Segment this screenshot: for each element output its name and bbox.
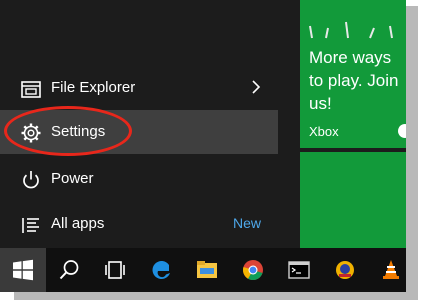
file-explorer-icon: [197, 261, 217, 278]
chevron-right-icon[interactable]: [250, 78, 262, 96]
power-icon: [23, 171, 39, 189]
vlc-icon: [383, 260, 399, 279]
menu-item-label: Power: [51, 170, 94, 187]
terminal-icon: [288, 261, 310, 279]
tile-label: Xbox: [309, 124, 339, 139]
highlight-annotation: [4, 106, 132, 156]
windows-start-screen: File Explorer Settings Power All apps Ne…: [0, 0, 406, 292]
xbox-tile[interactable]: More ways to play. Join us! Xbox: [300, 0, 406, 148]
task-view-icon: [105, 261, 125, 279]
all-apps-icon: [22, 218, 39, 233]
edge-icon: [152, 260, 170, 279]
task-view-button[interactable]: [92, 248, 138, 292]
menu-item-file-explorer[interactable]: File Explorer: [0, 66, 278, 110]
menu-item-label: All apps: [51, 215, 105, 232]
new-badge: New: [233, 215, 262, 231]
file-explorer-taskbar-button[interactable]: [184, 248, 230, 292]
chrome-icon: [243, 260, 263, 281]
taskbar: [0, 248, 406, 292]
file-explorer-icon: [21, 81, 41, 98]
search-icon: [59, 260, 79, 280]
xbox-logo-icon: [398, 124, 406, 138]
edge-button[interactable]: [138, 248, 184, 292]
tile-message: More ways to play. Join us!: [309, 48, 399, 113]
start-button[interactable]: [0, 248, 46, 292]
tile-image: [309, 21, 393, 39]
menu-item-power[interactable]: Power: [0, 157, 278, 201]
menu-item-label: File Explorer: [51, 79, 136, 96]
vlc-button[interactable]: [368, 248, 406, 292]
start-menu: File Explorer Settings Power All apps Ne…: [0, 0, 286, 248]
app-tile[interactable]: [300, 152, 406, 248]
chrome-button[interactable]: [230, 248, 276, 292]
search-button[interactable]: [46, 248, 92, 292]
app-button[interactable]: [322, 248, 368, 292]
terminal-button[interactable]: [276, 248, 322, 292]
start-icon: [13, 259, 33, 281]
menu-item-all-apps[interactable]: All apps New: [0, 202, 278, 246]
app-icon: [336, 261, 354, 279]
